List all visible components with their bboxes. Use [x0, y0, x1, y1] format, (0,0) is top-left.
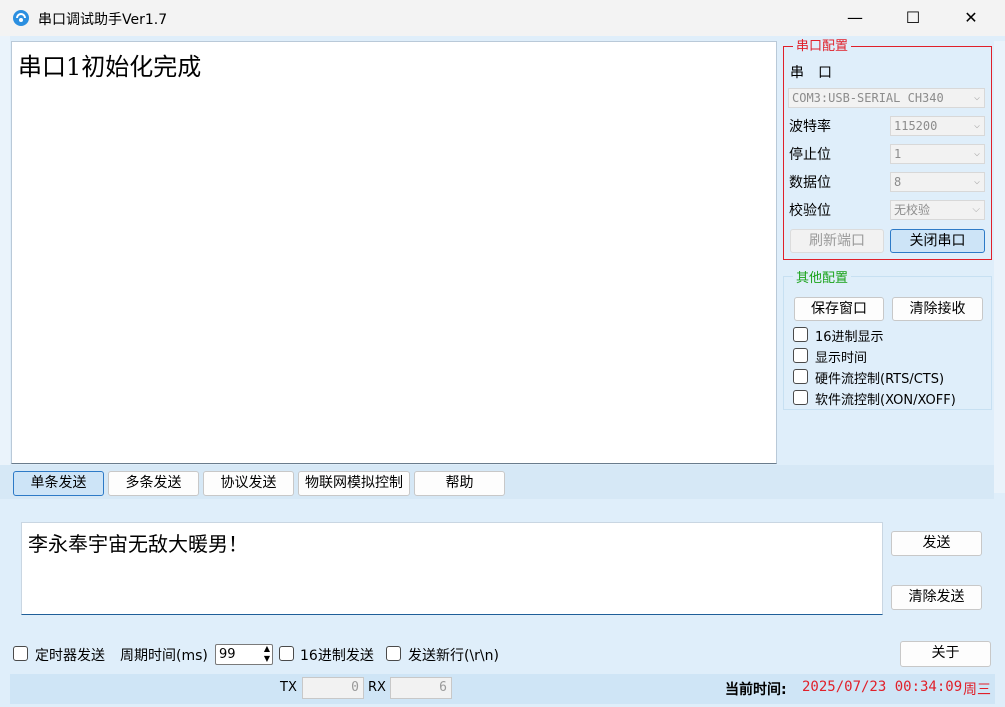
- parity-select-value: 无校验: [894, 203, 931, 217]
- left-edge: [0, 36, 10, 476]
- period-value: 99: [219, 647, 236, 662]
- app-icon: [12, 9, 30, 27]
- right-edge: [994, 41, 1005, 493]
- spin-arrows-icon[interactable]: ▲ ▼: [264, 644, 270, 664]
- tab-protocol-send[interactable]: 协议发送: [203, 471, 294, 496]
- period-label: 周期时间(ms): [120, 648, 208, 664]
- maximize-button[interactable]: ☐: [890, 0, 936, 36]
- chevron-down-icon: ⌵: [973, 120, 980, 131]
- current-time-label: 当前时间:: [725, 682, 787, 698]
- data-bits-select-value: 8: [894, 175, 902, 189]
- clear-receive-button[interactable]: 清除接收: [892, 297, 983, 321]
- serial-config-legend: 串口配置: [793, 40, 852, 54]
- data-bits-select[interactable]: 8 ⌵: [890, 172, 985, 192]
- tab-multi-send[interactable]: 多条发送: [108, 471, 199, 496]
- about-button[interactable]: 关于: [900, 641, 991, 667]
- tx-counter: 0: [302, 677, 364, 699]
- close-port-button[interactable]: 关闭串口: [890, 229, 985, 253]
- hex-display-checkbox[interactable]: [793, 327, 808, 342]
- chevron-down-icon: ⌵: [973, 176, 980, 187]
- send-button[interactable]: 发送: [891, 531, 982, 556]
- show-time-checkbox[interactable]: [793, 348, 808, 363]
- chevron-down-icon: ⌵: [972, 204, 980, 215]
- timer-send-label: 定时器发送: [35, 648, 105, 664]
- baud-select-value: 115200: [894, 119, 938, 133]
- hex-display-label: 16进制显示: [815, 330, 884, 345]
- tab-single-send[interactable]: 单条发送: [13, 471, 104, 496]
- refresh-ports-button[interactable]: 刷新端口: [790, 229, 884, 253]
- baud-select[interactable]: 115200 ⌵: [890, 116, 985, 136]
- tab-iot-control[interactable]: 物联网模拟控制: [298, 471, 410, 496]
- save-window-button[interactable]: 保存窗口: [794, 297, 884, 321]
- tab-help[interactable]: 帮助: [414, 471, 505, 496]
- stop-bits-label: 停止位: [789, 147, 831, 163]
- hw-flow-checkbox[interactable]: [793, 369, 808, 384]
- send-newline-checkbox[interactable]: [386, 646, 401, 661]
- port-select[interactable]: COM3:USB-SERIAL CH340 ⌵: [788, 88, 985, 108]
- receive-textarea[interactable]: 串口1初始化完成: [11, 41, 777, 464]
- current-time-value: 2025/07/23 00:34:09: [802, 679, 963, 695]
- window-title: 串口调试助手Ver1.7: [38, 12, 168, 28]
- baud-label: 波特率: [789, 119, 831, 135]
- tx-label: TX: [280, 680, 297, 695]
- close-button[interactable]: ✕: [948, 0, 994, 36]
- parity-select[interactable]: 无校验 ⌵: [890, 200, 985, 220]
- chevron-down-icon: ⌵: [973, 92, 980, 103]
- hex-send-checkbox[interactable]: [279, 646, 294, 661]
- show-time-label: 显示时间: [815, 351, 868, 366]
- period-spinbox[interactable]: 99 ▲ ▼: [215, 644, 273, 665]
- hex-send-label: 16进制发送: [300, 648, 374, 664]
- timer-send-checkbox[interactable]: [13, 646, 28, 661]
- data-bits-label: 数据位: [789, 175, 831, 191]
- rx-counter: 6: [390, 677, 452, 699]
- send-textarea[interactable]: 李永奉宇宙无敌大暖男！: [21, 522, 883, 615]
- chevron-down-icon: ⌵: [973, 148, 980, 159]
- port-select-value: COM3:USB-SERIAL CH340: [792, 91, 944, 105]
- sw-flow-checkbox[interactable]: [793, 390, 808, 405]
- port-label: 串 口: [790, 65, 832, 81]
- stop-bits-select-value: 1: [894, 147, 902, 161]
- send-newline-label: 发送新行(\r\n): [408, 648, 499, 664]
- stop-bits-select[interactable]: 1 ⌵: [890, 144, 985, 164]
- rx-label: RX: [368, 680, 386, 695]
- weekday-value: 周三: [963, 682, 991, 698]
- other-config-legend: 其他配置: [793, 272, 852, 286]
- parity-label: 校验位: [789, 203, 831, 219]
- clear-send-button[interactable]: 清除发送: [891, 585, 982, 610]
- hw-flow-label: 硬件流控制(RTS/CTS): [815, 372, 945, 387]
- sw-flow-label: 软件流控制(XON/XOFF): [815, 393, 956, 408]
- minimize-button[interactable]: —: [832, 0, 878, 36]
